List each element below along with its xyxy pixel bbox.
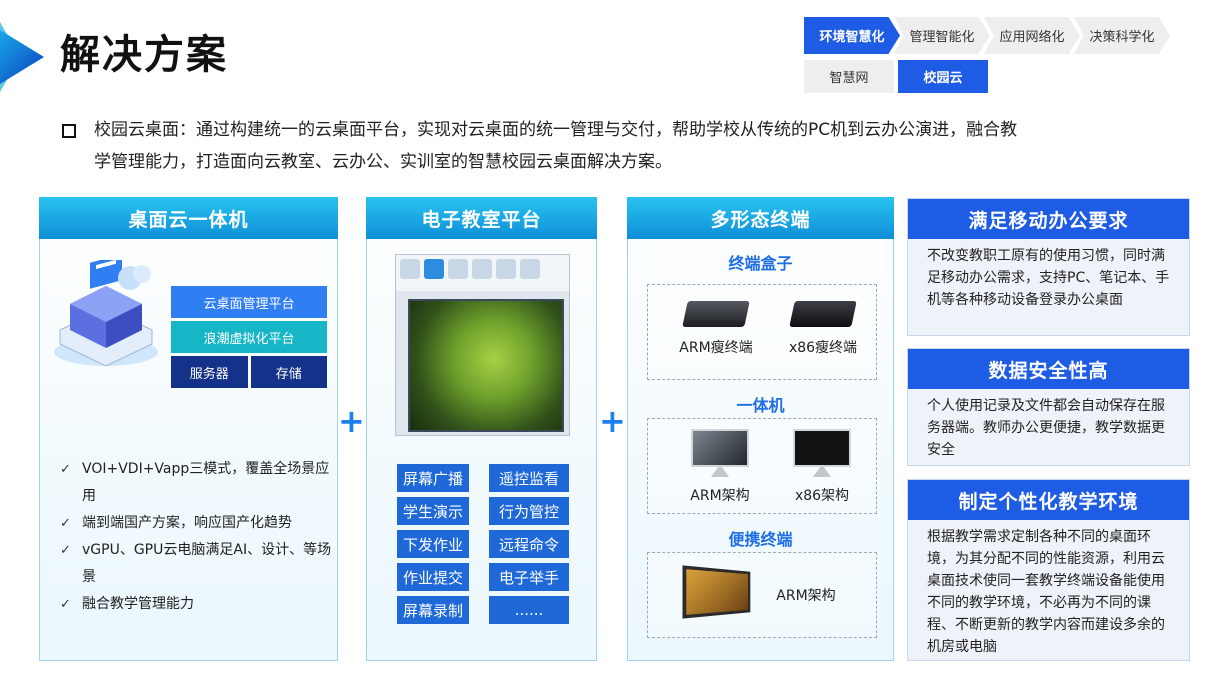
subtab-xiaoyuanyun[interactable]: 校园云 <box>898 60 988 93</box>
subtab-zhihuiwang[interactable]: 智慧网 <box>804 60 894 93</box>
card-body: 个人使用记录及文件都会自动保存在服务器端。教师办公更便捷，教学数据更安全 <box>927 398 1165 458</box>
btn-more[interactable]: ...... <box>489 596 569 624</box>
btn-screen-record[interactable]: 屏幕录制 <box>397 596 469 624</box>
card-title: 数据安全性高 <box>908 349 1189 389</box>
portable-screen-icon <box>682 565 751 619</box>
device-label: x86架构 <box>794 488 850 504</box>
btn-submit-homework[interactable]: 作业提交 <box>397 563 469 591</box>
step-2[interactable]: 管理智能化 <box>894 17 990 54</box>
monitor-icon <box>472 259 492 279</box>
feature-item: 端到端国产方案，响应国产化趋势 <box>58 510 333 537</box>
device-label: ARM瘦终端 <box>679 340 753 356</box>
desktop-wallpaper-image <box>408 299 564 432</box>
stack-management-platform: 云桌面管理平台 <box>171 286 327 318</box>
stack-virtualization-platform: 浪潮虚拟化平台 <box>171 321 327 353</box>
all-in-one-monitor-icon <box>691 429 749 467</box>
device-x86-aio: x86架构 <box>786 429 858 505</box>
card-data-security: 数据安全性高 个人使用记录及文件都会自动保存在服务器端。教师办公更便捷，教学数据… <box>907 348 1190 466</box>
exam-icon <box>496 259 516 279</box>
card-custom-teaching: 制定个性化教学环境 根据教学需求定制各种不同的桌面环境，为其分配不同的性能资源，… <box>907 479 1190 661</box>
btn-assign-homework[interactable]: 下发作业 <box>397 530 469 558</box>
function-buttons: 屏幕广播 遥控监看 学生演示 行为管控 下发作业 远程命令 作业提交 电子举手 … <box>397 464 569 624</box>
btn-student-demo[interactable]: 学生演示 <box>397 497 469 525</box>
panel-e-classroom: 电子教室平台 屏幕广播 遥控监看 学生演示 行为管控 下发作业 远程命令 作业提… <box>366 197 597 661</box>
device-label: x86瘦终端 <box>788 340 858 356</box>
device-arm-aio: ARM架构 <box>684 429 756 505</box>
corner-accent <box>0 30 44 84</box>
stack-server: 服务器 <box>171 356 248 388</box>
intro-text: 校园云桌面：通过构建统一的云桌面平台，实现对云桌面的统一管理与交付，帮助学校从传… <box>62 114 1202 178</box>
software-toolbar <box>396 255 569 291</box>
card-body: 不改变教职工原有的使用习惯，同时满足移动办公需求，支持PC、笔记本、手机等各种移… <box>927 248 1170 308</box>
panel-multi-terminal: 多形态终端 终端盒子 ARM瘦终端 x86瘦终端 一体机 ARM架构 x86架构… <box>627 197 894 661</box>
panel-title: 多形态终端 <box>627 197 894 239</box>
panel-title: 桌面云一体机 <box>39 197 338 239</box>
all-in-one-monitor-icon <box>793 429 851 467</box>
feature-item: 融合教学管理能力 <box>58 591 333 618</box>
step-1[interactable]: 环境智慧化 <box>804 17 900 54</box>
intro-line-2: 学管理能力，打造面向云教室、云办公、实训室的智慧校园云桌面解决方案。 <box>94 152 672 172</box>
thin-client-icon <box>682 301 750 327</box>
stack-storage: 存储 <box>250 356 327 388</box>
group-title-terminal-box: 终端盒子 <box>728 254 793 273</box>
monitor-stand-icon <box>711 467 729 477</box>
broadcast-icon <box>400 259 420 279</box>
btn-screen-broadcast[interactable]: 屏幕广播 <box>397 464 469 492</box>
cloud-server-icon <box>54 260 158 367</box>
plus-icon: + <box>599 402 626 440</box>
platform-stack: 云桌面管理平台 浪潮虚拟化平台 服务器 存储 <box>171 286 327 391</box>
thin-client-icon <box>789 301 857 327</box>
group-title-portable: 便携终端 <box>728 530 793 549</box>
card-body: 根据教学需求定制各种不同的桌面环境，为其分配不同的性能资源，利用云桌面技术使同一… <box>927 529 1165 655</box>
command-icon <box>520 259 540 279</box>
plus-icon: + <box>338 402 365 440</box>
feature-list: VOI+VDI+Vapp三模式，覆盖全场景应用 端到端国产方案，响应国产化趋势 … <box>58 456 333 618</box>
step-4[interactable]: 决策科学化 <box>1074 17 1170 54</box>
sub-tabs: 智慧网 校园云 <box>804 60 988 93</box>
feature-item: vGPU、GPU云电脑满足AI、设计、等场景 <box>58 537 333 591</box>
network-video-icon <box>448 259 468 279</box>
device-label: ARM架构 <box>776 588 836 604</box>
step-nav: 环境智慧化 管理智能化 应用网络化 决策科学化 <box>804 17 1170 54</box>
card-title: 满足移动办公要求 <box>908 199 1189 239</box>
btn-raise-hand[interactable]: 电子举手 <box>489 563 569 591</box>
btn-remote-monitor[interactable]: 遥控监看 <box>489 464 569 492</box>
group-title-all-in-one: 一体机 <box>736 396 785 415</box>
portable-group: ARM架构 <box>647 552 877 638</box>
device-label: ARM架构 <box>690 488 750 504</box>
student-demo-icon <box>424 259 444 279</box>
intro-line-1: 校园云桌面：通过构建统一的云桌面平台，实现对云桌面的统一管理与交付，帮助学校从传… <box>94 120 1018 140</box>
page-title: 解决方案 <box>60 32 228 78</box>
card-mobile-office: 满足移动办公要求 不改变教职工原有的使用习惯，同时满足移动办公需求，支持PC、笔… <box>907 198 1190 336</box>
all-in-one-group: ARM架构 x86架构 <box>647 418 877 514</box>
panel-cloud-appliance: 桌面云一体机 云桌面管理平台 浪潮虚拟化平台 服务器 存储 VOI+VDI+Va… <box>39 197 338 661</box>
classroom-software-screenshot <box>395 254 570 436</box>
feature-item: VOI+VDI+Vapp三模式，覆盖全场景应用 <box>58 456 333 510</box>
device-x86-thin: x86瘦终端 <box>780 301 866 357</box>
step-3[interactable]: 应用网络化 <box>984 17 1080 54</box>
panel-title: 电子教室平台 <box>366 197 597 239</box>
square-bullet-icon <box>62 124 76 138</box>
btn-remote-command[interactable]: 远程命令 <box>489 530 569 558</box>
device-arm-thin: ARM瘦终端 <box>676 301 756 357</box>
btn-behavior-control[interactable]: 行为管控 <box>489 497 569 525</box>
card-title: 制定个性化教学环境 <box>908 480 1189 520</box>
terminal-box-group: ARM瘦终端 x86瘦终端 <box>647 284 877 380</box>
monitor-stand-icon <box>813 467 831 477</box>
